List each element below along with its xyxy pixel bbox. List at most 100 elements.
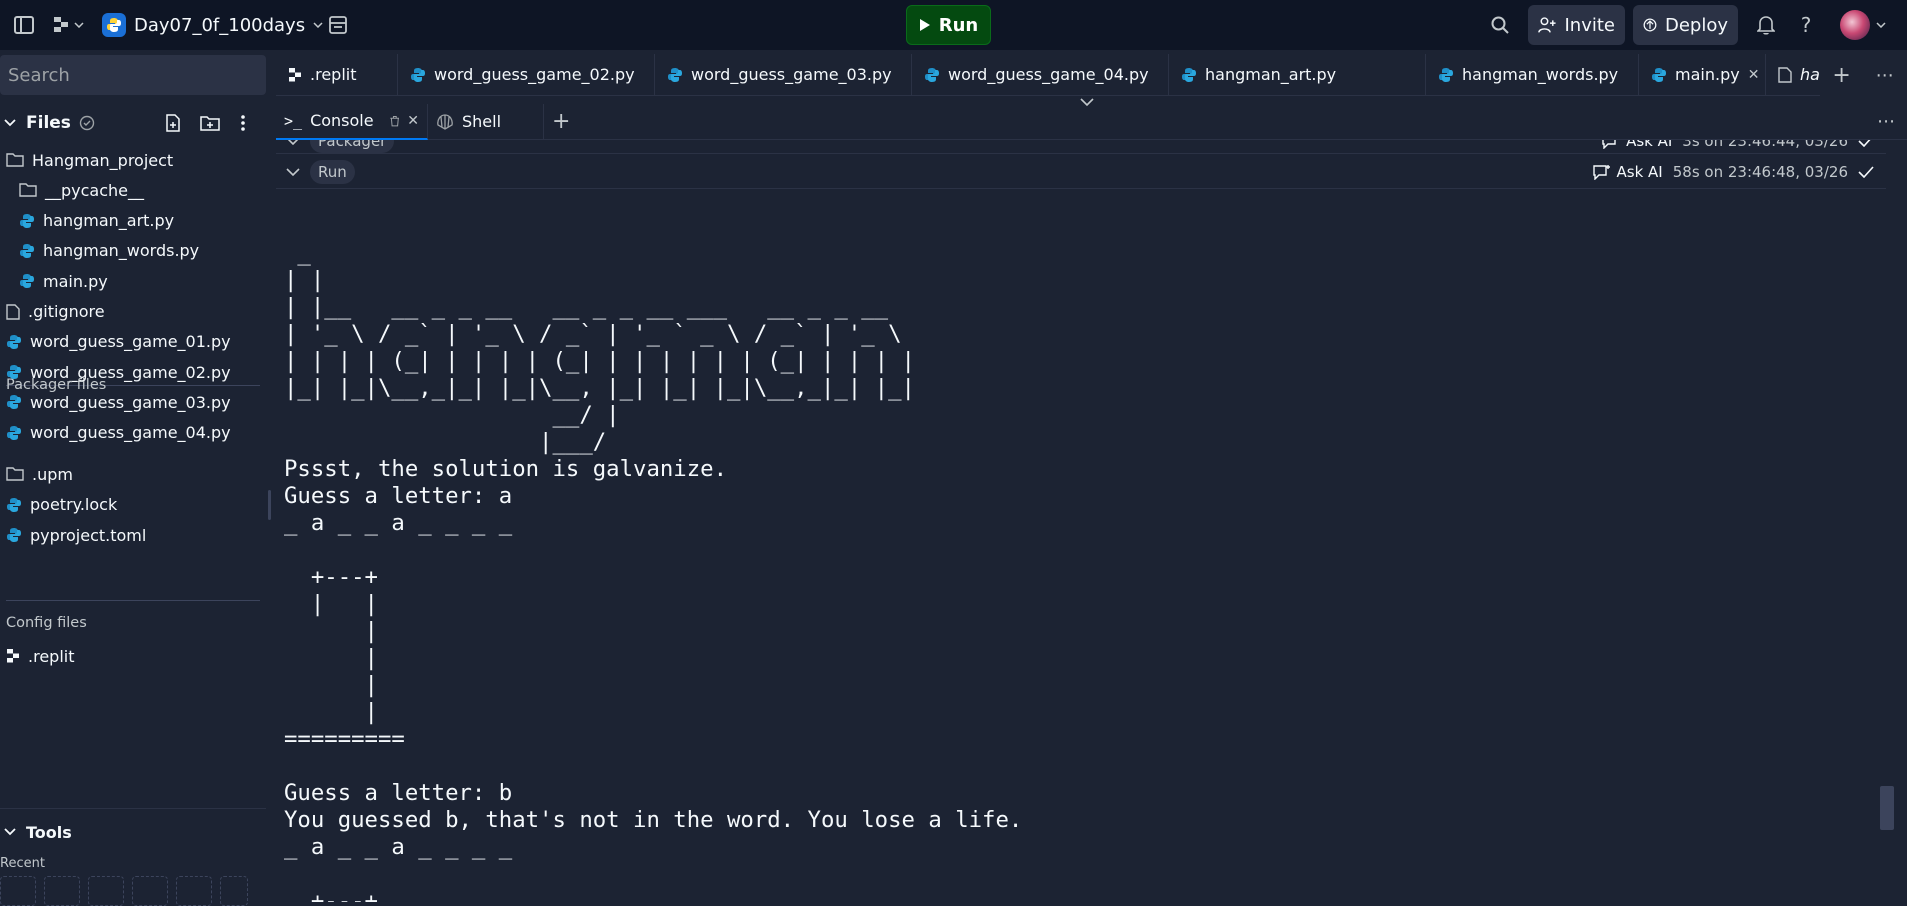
invite-button[interactable]: Invite xyxy=(1528,5,1625,45)
editor-tab-label: word_guess_game_03.py xyxy=(691,65,892,84)
editor-tab-label: word_guess_game_02.py xyxy=(434,65,635,84)
add-tab-icon[interactable]: + xyxy=(552,109,570,134)
check-circle-icon xyxy=(79,115,95,131)
more-options-icon[interactable]: ⋯ xyxy=(1876,65,1895,86)
sidebar-resize-handle[interactable] xyxy=(268,490,271,520)
chevron-down-icon xyxy=(313,22,323,28)
play-icon xyxy=(919,19,930,31)
run-duration: 58s on 23:46:48, 03/26 xyxy=(1672,162,1848,181)
run-button[interactable]: Run xyxy=(906,5,991,45)
chevron-down-icon xyxy=(286,167,300,176)
python-file-icon xyxy=(6,497,22,513)
ask-ai-label: Ask AI xyxy=(1616,162,1663,181)
editor-tab[interactable]: hangman_words.py xyxy=(1426,54,1639,95)
editor-tab[interactable]: word_guess_game_04.py xyxy=(912,54,1169,95)
avatar xyxy=(1840,10,1870,40)
files-header[interactable]: Files xyxy=(0,108,266,138)
file-icon xyxy=(1778,66,1792,83)
new-file-icon[interactable] xyxy=(164,114,182,132)
tools-header[interactable]: Tools xyxy=(0,819,72,845)
file-icon xyxy=(6,303,20,320)
add-tab-icon[interactable]: + xyxy=(1832,63,1850,88)
help-icon[interactable]: ? xyxy=(1794,13,1818,37)
chevron-down-icon xyxy=(4,119,16,127)
file-tree-item[interactable]: poetry.lock xyxy=(6,491,117,519)
search-input[interactable]: Search xyxy=(0,55,266,95)
file-tree-item-label: Hangman_project xyxy=(32,150,174,170)
file-tree-item[interactable]: hangman_words.py xyxy=(19,237,199,265)
deploy-button[interactable]: Deploy xyxy=(1633,5,1738,45)
console-scrollbar[interactable] xyxy=(1880,786,1894,830)
run-status-row[interactable]: Run Ask AI 58s on 23:46:48, 03/26 xyxy=(276,155,1886,189)
editor-tab[interactable]: main.py ✕ xyxy=(1639,54,1766,95)
packager-files-title: Packager files xyxy=(6,377,107,393)
editor-tab[interactable]: word_guess_game_02.py xyxy=(398,54,655,95)
file-tree-item-label: hangman_words.py xyxy=(43,241,200,261)
user-avatar[interactable] xyxy=(1840,10,1890,40)
check-icon xyxy=(1858,140,1871,147)
tab-console[interactable]: >_ Console ✕ xyxy=(276,103,428,140)
config-files-title: Config files xyxy=(6,615,87,631)
file-tree-item[interactable]: Hangman_project xyxy=(6,146,173,174)
replit-menu-icon[interactable] xyxy=(50,13,86,37)
python-logo-icon xyxy=(102,13,126,37)
folder-icon xyxy=(19,182,37,198)
sidebar-toggle-icon[interactable] xyxy=(12,13,36,37)
ask-ai-button[interactable]: Ask AI xyxy=(1592,162,1663,181)
python-file-icon xyxy=(6,334,22,350)
python-file-icon xyxy=(19,273,35,289)
packager-status-meta: Ask AI 3s on 23:46:44, 03/26 xyxy=(1602,140,1874,150)
file-tree-item-label: main.py xyxy=(43,271,108,291)
editor-tab[interactable]: .replit xyxy=(276,54,398,95)
tabs-actions: + ⋯ xyxy=(1820,54,1907,96)
files-title: Files xyxy=(26,113,71,133)
tab-console-label: Console xyxy=(310,111,374,130)
editor-tab-label: hangman_art.py xyxy=(1205,65,1337,84)
run-button-label: Run xyxy=(938,14,979,36)
python-file-icon xyxy=(6,425,22,441)
top-bar: Day07_0f_100days Run Invite Deploy ? xyxy=(0,0,1907,50)
file-tree-item[interactable]: word_guess_game_04.py xyxy=(6,419,231,447)
file-tree-item[interactable]: main.py xyxy=(19,267,108,295)
repl-name: Day07_0f_100days xyxy=(134,14,306,36)
trash-icon[interactable] xyxy=(389,113,400,129)
collapse-editor-icon[interactable] xyxy=(1079,92,1095,107)
file-tree-item-label: word_guess_game_03.py xyxy=(30,392,231,412)
file-tree-item[interactable]: .replit xyxy=(6,642,74,670)
new-folder-icon[interactable] xyxy=(200,114,220,132)
more-options-icon[interactable] xyxy=(240,114,246,132)
tab-shell[interactable]: Shell xyxy=(428,103,544,140)
file-tree-item[interactable]: .upm xyxy=(6,460,73,488)
workspace-layout-icon[interactable] xyxy=(326,13,350,37)
ask-ai-button[interactable]: Ask AI xyxy=(1602,140,1672,150)
file-tree-item[interactable]: pyproject.toml xyxy=(6,521,146,549)
add-user-icon xyxy=(1538,17,1556,33)
file-tree-item-label: __pycache__ xyxy=(45,180,145,200)
packager-duration: 3s on 23:46:44, 03/26 xyxy=(1682,140,1848,150)
deploy-icon xyxy=(1643,18,1657,32)
packager-status-row[interactable]: Packager Ask AI 3s on 23:46:44, 03/26 xyxy=(276,140,1886,154)
ask-ai-icon xyxy=(1592,164,1610,180)
python-file-icon xyxy=(1181,67,1197,83)
console-output-area[interactable]: Packager Ask AI 3s on 23:46:44, 03/26 Ru… xyxy=(276,140,1886,902)
editor-tab-label: hangman_words.py xyxy=(1462,65,1619,84)
close-icon[interactable]: ✕ xyxy=(1748,67,1760,83)
more-options-icon[interactable]: ⋯ xyxy=(1877,111,1895,132)
close-icon[interactable]: ✕ xyxy=(407,113,419,129)
file-tree-item[interactable]: .gitignore xyxy=(6,298,105,326)
file-tree-item[interactable]: __pycache__ xyxy=(19,176,144,204)
editor-tab[interactable]: word_guess_game_03.py xyxy=(655,54,912,95)
pane-tabs: >_ Console ✕ Shell + ⋯ xyxy=(276,103,1907,140)
editor-tab-label: main.py xyxy=(1675,65,1740,84)
python-file-icon xyxy=(667,67,683,83)
python-file-icon xyxy=(6,527,22,543)
file-tree-item-label: word_guess_game_01.py xyxy=(30,332,231,352)
search-icon[interactable] xyxy=(1488,13,1512,37)
bell-icon[interactable] xyxy=(1754,13,1778,37)
editor-tab[interactable]: hangman_art.py xyxy=(1169,54,1426,95)
file-tree-item[interactable]: word_guess_game_01.py xyxy=(6,328,231,356)
repl-title[interactable]: Day07_0f_100days xyxy=(102,13,323,37)
chevron-down-icon xyxy=(1876,22,1886,28)
search-placeholder: Search xyxy=(8,64,70,86)
file-tree-item[interactable]: hangman_art.py xyxy=(19,207,174,235)
